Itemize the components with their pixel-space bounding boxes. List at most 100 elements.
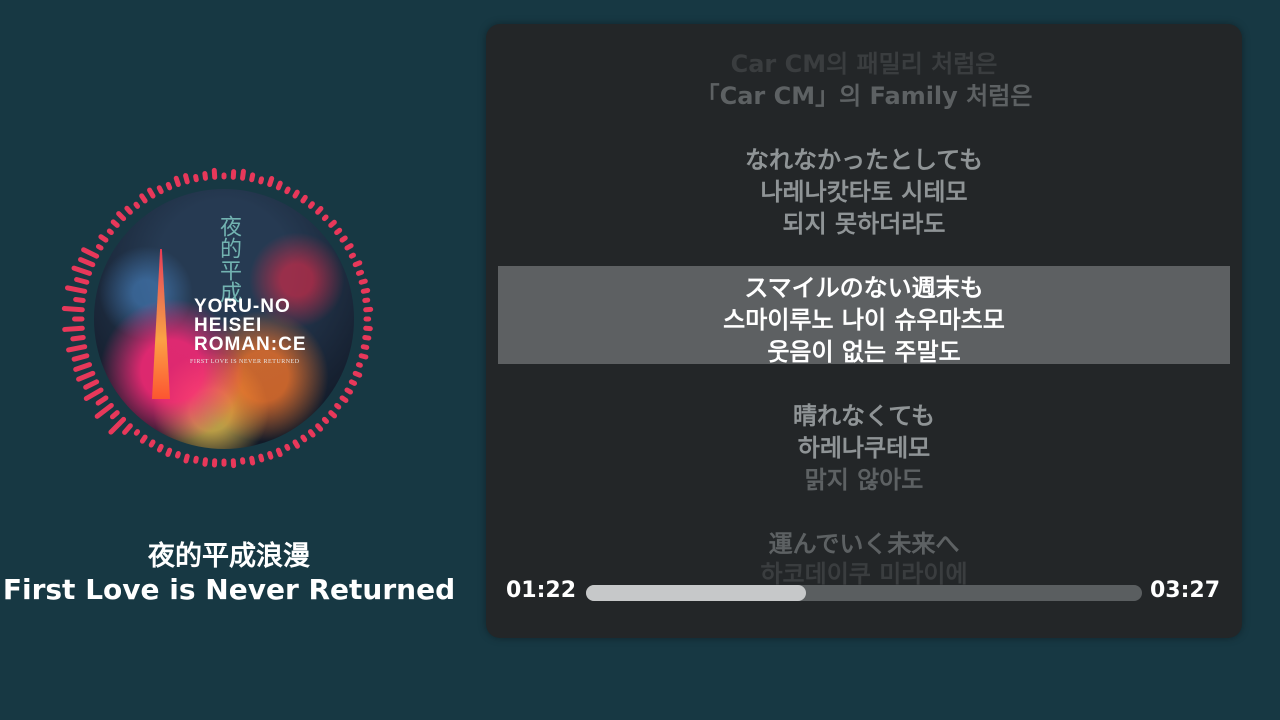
seek-bar[interactable] bbox=[586, 585, 1142, 601]
spectrum-bar bbox=[292, 439, 300, 449]
spectrum-bar bbox=[352, 260, 363, 268]
lyric-line: Car CM의 패밀리 처럼은 bbox=[730, 50, 998, 78]
spectrum-bar bbox=[148, 439, 156, 448]
spectrum-bar bbox=[275, 180, 283, 191]
spectrum-bar bbox=[339, 395, 349, 403]
lyric-line-current: 스마이루노 나이 슈우마츠모 bbox=[723, 306, 1005, 334]
spectrum-bar bbox=[352, 370, 363, 378]
cover-logo-line: HEISEI bbox=[194, 315, 263, 336]
spectrum-bar bbox=[249, 172, 256, 183]
spectrum-bar bbox=[133, 201, 141, 209]
spectrum-bar bbox=[344, 243, 354, 251]
album-cover: 夜的平成 YORU-NO HEISEI ROMAN:CE FIRST LOVE … bbox=[94, 189, 354, 449]
spectrum-bar bbox=[61, 306, 85, 313]
lyric-line: 하레나쿠테모 bbox=[797, 434, 931, 462]
lyric-line-current: スマイルのない週末も bbox=[744, 274, 984, 302]
spectrum-bar bbox=[362, 335, 372, 341]
spectrum-bar bbox=[202, 457, 208, 467]
spectrum-bar bbox=[358, 278, 368, 285]
spectrum-bar bbox=[358, 353, 369, 360]
lyric-line: 晴れなくても bbox=[792, 402, 936, 430]
spectrum-bar bbox=[83, 387, 104, 401]
spectrum-bar bbox=[81, 247, 100, 259]
spectrum-bar bbox=[284, 443, 291, 451]
spectrum-bar bbox=[360, 287, 371, 294]
spectrum-bar bbox=[124, 205, 133, 215]
player-screen: 夜的平成 YORU-NO HEISEI ROMAN:CE FIRST LOVE … bbox=[0, 0, 1280, 720]
spectrum-bar bbox=[78, 257, 96, 268]
spectrum-bar bbox=[64, 285, 88, 294]
spectrum-bar bbox=[83, 379, 100, 390]
spectrum-bar bbox=[109, 410, 120, 420]
spectrum-bar bbox=[355, 269, 365, 276]
lyric-line: なれなかったとしても bbox=[744, 146, 984, 174]
spectrum-bar bbox=[183, 173, 190, 185]
spectrum-bar bbox=[139, 434, 148, 444]
spectrum-bar bbox=[62, 325, 85, 332]
spectrum-bar bbox=[139, 193, 148, 204]
lyric-line-current: 웃음이 없는 주말도 bbox=[767, 338, 961, 366]
song-subtitle: First Love is Never Returned bbox=[2, 573, 456, 606]
spectrum-bar bbox=[70, 335, 86, 342]
spectrum-bar bbox=[300, 194, 308, 204]
spectrum-bar bbox=[66, 344, 88, 353]
spectrum-bar bbox=[321, 214, 329, 222]
spectrum-bar bbox=[175, 450, 181, 459]
lyric-line: 나레나캇타토 시테모 bbox=[760, 178, 968, 206]
spectrum-bar bbox=[307, 429, 316, 438]
spectrum-bar bbox=[147, 187, 156, 199]
spectrum-bar bbox=[122, 423, 133, 435]
spectrum-bar bbox=[95, 395, 109, 406]
spectrum-bar bbox=[328, 410, 338, 419]
spectrum-bar bbox=[116, 211, 127, 222]
spectrum-bar bbox=[106, 228, 114, 236]
spectrum-bar bbox=[275, 447, 283, 458]
lyrics-panel: Car CM의 패밀리 처럼은 「Car CM」의 Family 처럼은 なれな… bbox=[486, 24, 1242, 638]
cover-kanji: 夜的平成 bbox=[216, 215, 241, 303]
spectrum-bar bbox=[240, 168, 246, 181]
spectrum-bar bbox=[94, 402, 114, 419]
spectrum-bar bbox=[95, 244, 104, 251]
spectrum-bar bbox=[355, 362, 363, 368]
spectrum-bar bbox=[73, 296, 86, 303]
spectrum-bar bbox=[202, 171, 208, 181]
spectrum-bar bbox=[76, 370, 96, 382]
spectrum-bar bbox=[300, 434, 308, 443]
seek-bar-fill bbox=[586, 585, 807, 601]
current-time: 01:22 bbox=[506, 578, 577, 603]
song-title: 夜的平成浪漫 bbox=[148, 541, 310, 572]
tower-graphic bbox=[152, 249, 170, 399]
spectrum-bar bbox=[315, 423, 324, 432]
spectrum-bar bbox=[108, 416, 127, 435]
spectrum-bar bbox=[173, 175, 181, 188]
spectrum-bar bbox=[156, 185, 164, 195]
cover-logo: YORU-NO HEISEI ROMAN:CE bbox=[194, 297, 307, 354]
total-time: 03:27 bbox=[1149, 578, 1220, 603]
cover-subtitle: FIRST LOVE IS NEVER RETURNED bbox=[190, 359, 300, 365]
lyric-line: 맑지 않아도 bbox=[804, 466, 924, 494]
lyrics-scroll[interactable]: Car CM의 패밀리 처럼은 「Car CM」의 Family 처럼은 なれな… bbox=[486, 24, 1242, 588]
spectrum-bar bbox=[258, 453, 265, 463]
spectrum-bar bbox=[165, 181, 173, 191]
spectrum-bar bbox=[360, 344, 370, 350]
album-visualizer: 夜的平成 YORU-NO HEISEI ROMAN:CE FIRST LOVE … bbox=[56, 163, 386, 473]
spectrum-bar bbox=[307, 201, 315, 209]
spectrum-bar bbox=[321, 416, 329, 424]
spectrum-bar bbox=[267, 450, 274, 460]
spectrum-bar bbox=[74, 277, 90, 285]
spectrum-bar bbox=[267, 175, 275, 188]
spectrum-bar bbox=[165, 447, 173, 457]
spectrum-bar bbox=[348, 252, 356, 259]
cover-logo-line: ROMAN:CE bbox=[194, 334, 307, 355]
playback-progress: 01:22 03:27 bbox=[486, 578, 1242, 608]
spectrum-bar bbox=[334, 227, 343, 236]
spectrum-bar bbox=[71, 353, 90, 362]
spectrum-bar bbox=[328, 219, 337, 228]
lyric-line: 되지 못하더라도 bbox=[782, 210, 946, 238]
spectrum-bar bbox=[133, 429, 141, 436]
spectrum-bar bbox=[258, 176, 265, 185]
spectrum-bar bbox=[110, 219, 120, 228]
spectrum-bar bbox=[183, 453, 190, 464]
spectrum-bar bbox=[71, 265, 93, 276]
spectrum-bar bbox=[339, 235, 348, 243]
